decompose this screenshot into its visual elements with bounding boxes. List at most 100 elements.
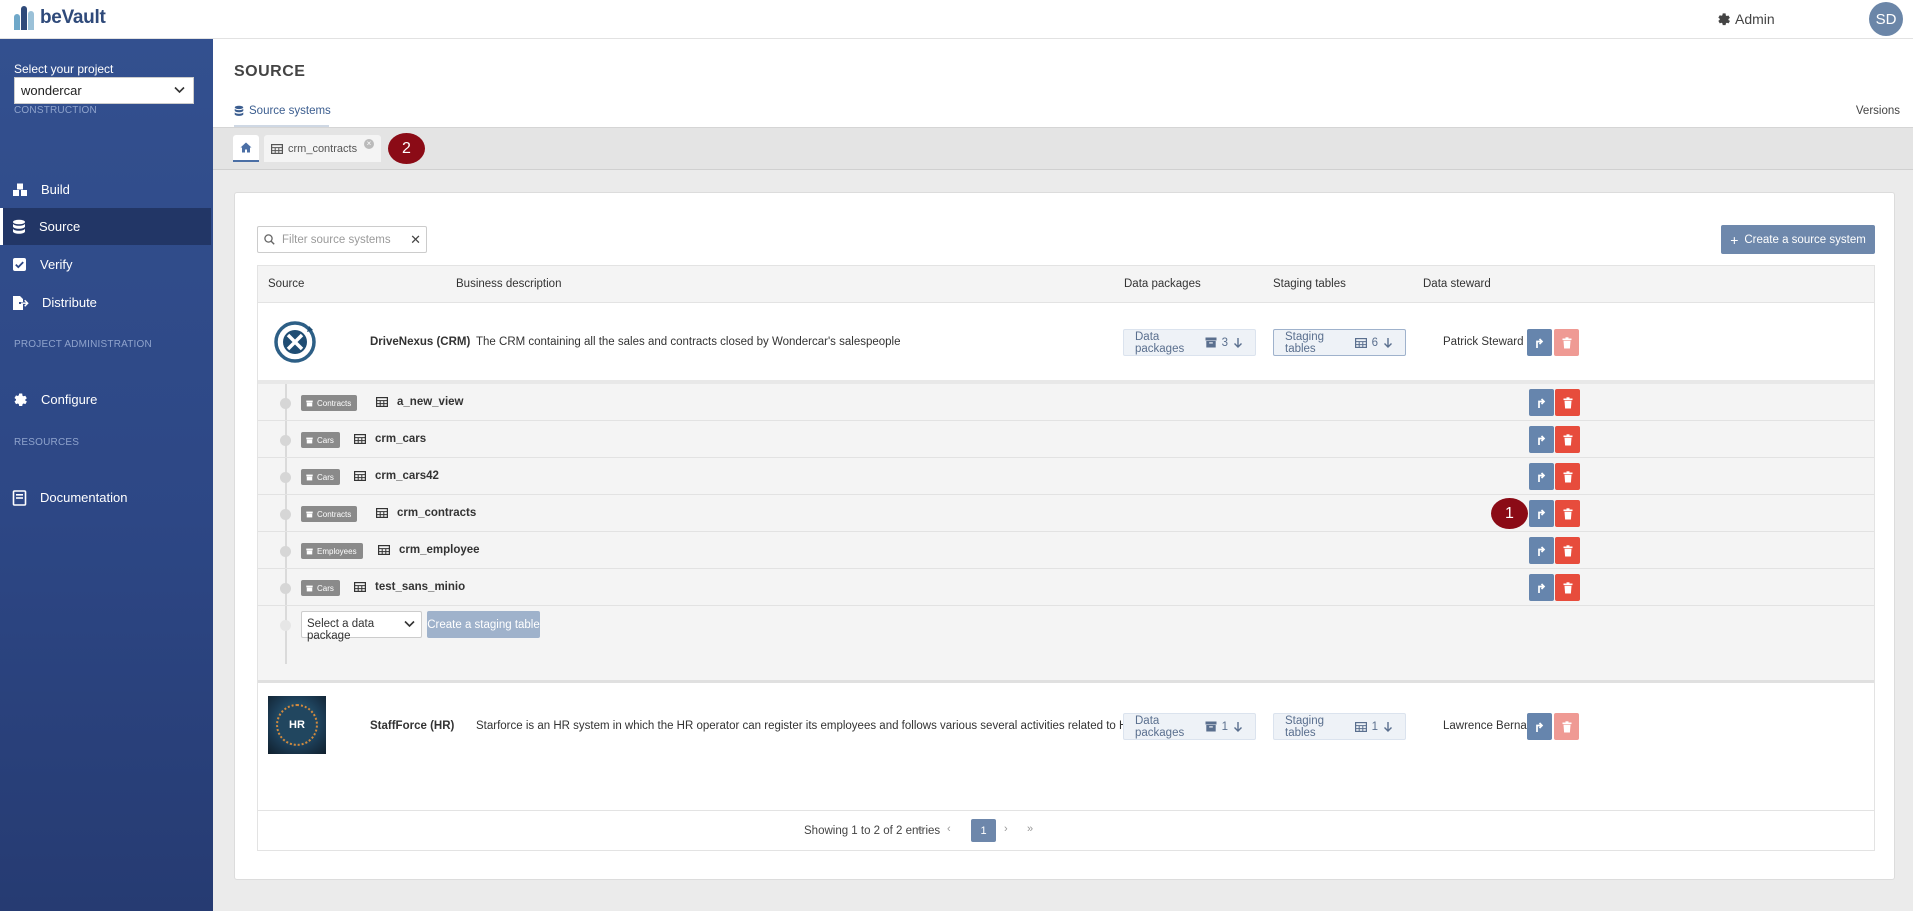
- last-page-button[interactable]: »: [1027, 823, 1033, 835]
- home-icon: [240, 142, 252, 153]
- column-header[interactable]: Data packages: [1124, 278, 1201, 290]
- arrow-down-icon: [1234, 722, 1242, 732]
- package-badge: Employees: [301, 543, 363, 559]
- tree-dot-icon: [280, 398, 291, 409]
- section-resources: RESOURCES: [14, 437, 80, 448]
- data-packages-toggle[interactable]: Data packages 1: [1123, 713, 1256, 740]
- tree-dot-icon: [280, 472, 291, 483]
- next-page-button[interactable]: ›: [1004, 823, 1008, 835]
- data-packages-toggle[interactable]: Data packages 3: [1123, 329, 1256, 356]
- staging-table-name[interactable]: crm_cars: [354, 433, 426, 445]
- list-item[interactable]: Employees crm_employee: [258, 532, 1874, 569]
- delete-table-button[interactable]: [1555, 463, 1580, 490]
- clear-filter-icon[interactable]: ✕: [410, 232, 421, 248]
- create-staging-table-button[interactable]: Create a staging table: [427, 611, 540, 638]
- delete-table-button[interactable]: [1555, 426, 1580, 453]
- filter-input[interactable]: Filter source systems ✕: [257, 226, 427, 253]
- level-up-icon: [1537, 582, 1545, 593]
- archive-icon: [306, 437, 313, 443]
- delete-table-button[interactable]: [1555, 500, 1580, 527]
- list-item[interactable]: Cars test_sans_minio: [258, 569, 1874, 606]
- section-project-administration: PROJECT ADMINISTRATION: [14, 339, 152, 350]
- archive-icon: [306, 511, 313, 517]
- open-source-button[interactable]: [1527, 713, 1552, 740]
- level-up-icon: [1535, 337, 1543, 348]
- source-name[interactable]: StaffForce (HR): [370, 720, 454, 732]
- sidebar-item-distribute[interactable]: Distribute: [0, 284, 213, 321]
- pill-label: Staging tables: [1285, 330, 1325, 355]
- package-badge: Contracts: [301, 395, 358, 411]
- staging-tables-list: Contracts a_new_view Cars crm_cars Cars …: [258, 380, 1874, 683]
- table-icon: [376, 397, 388, 407]
- open-table-button[interactable]: [1529, 500, 1554, 527]
- prev-page-button[interactable]: ‹: [947, 823, 951, 835]
- level-up-icon: [1537, 434, 1545, 445]
- table-row[interactable]: HR StaffForce (HR) Starforce is an HR sy…: [258, 683, 1874, 772]
- list-item[interactable]: Cars crm_cars42: [258, 458, 1874, 495]
- source-name[interactable]: DriveNexus (CRM): [370, 336, 470, 348]
- column-header[interactable]: Staging tables: [1273, 278, 1346, 290]
- cubes-icon: [13, 183, 27, 196]
- staging-tables-toggle[interactable]: Staging tables 1: [1273, 713, 1406, 740]
- tab-crm-contracts[interactable]: crm_contracts ×: [264, 135, 381, 162]
- open-source-button[interactable]: [1527, 329, 1552, 356]
- data-package-select[interactable]: Select a data package: [301, 611, 422, 642]
- delete-table-button[interactable]: [1555, 537, 1580, 564]
- open-table-button[interactable]: [1529, 426, 1554, 453]
- delete-table-button[interactable]: [1555, 389, 1580, 416]
- close-tab-icon[interactable]: ×: [364, 139, 374, 149]
- first-page-button[interactable]: «: [917, 823, 923, 835]
- delete-table-button[interactable]: [1555, 574, 1580, 601]
- trash-icon: [1563, 544, 1572, 556]
- user-avatar[interactable]: SD: [1869, 2, 1903, 36]
- open-table-button[interactable]: [1529, 389, 1554, 416]
- project-select-label: Select your project: [14, 62, 114, 76]
- staging-table-name[interactable]: test_sans_minio: [354, 581, 465, 593]
- open-table-button[interactable]: [1529, 463, 1554, 490]
- sidebar-item-documentation[interactable]: Documentation: [0, 479, 213, 516]
- tab-versions[interactable]: Versions: [1856, 105, 1900, 117]
- column-header[interactable]: Source: [268, 278, 304, 290]
- tab-source-systems[interactable]: Source systems: [234, 105, 331, 117]
- check-square-icon: [13, 258, 26, 271]
- create-source-system-button[interactable]: + Create a source system: [1721, 225, 1875, 254]
- sidebar-item-source[interactable]: Source: [0, 208, 211, 245]
- admin-link[interactable]: Admin: [1716, 11, 1775, 27]
- search-icon: [264, 234, 275, 245]
- open-table-button[interactable]: [1529, 537, 1554, 564]
- plus-icon: +: [1730, 231, 1739, 248]
- sidebar-item-verify[interactable]: Verify: [0, 246, 213, 283]
- data-steward: Patrick Steward: [1443, 336, 1524, 348]
- staging-table-name[interactable]: crm_cars42: [354, 470, 439, 482]
- sidebar-item-configure[interactable]: Configure: [0, 381, 213, 418]
- project-select[interactable]: wondercar: [14, 77, 194, 104]
- list-item[interactable]: Contracts a_new_view: [258, 384, 1874, 421]
- book-icon: [12, 489, 27, 506]
- source-logo: [274, 321, 316, 363]
- table-row[interactable]: DriveNexus (CRM) The CRM containing all …: [258, 303, 1874, 380]
- add-staging-table-row: Select a data package Create a staging t…: [258, 606, 1874, 643]
- delete-source-button[interactable]: [1554, 713, 1579, 740]
- home-tab[interactable]: [233, 135, 259, 162]
- trash-icon: [1563, 396, 1572, 408]
- staging-table-name[interactable]: a_new_view: [376, 396, 463, 408]
- staging-table-name[interactable]: crm_employee: [378, 544, 480, 556]
- brand-logo[interactable]: beVault: [14, 6, 106, 30]
- page-1-button[interactable]: 1: [971, 819, 996, 842]
- source-systems-card: Filter source systems ✕ + Create a sourc…: [234, 192, 1895, 880]
- delete-source-button[interactable]: [1554, 329, 1579, 356]
- select-placeholder: Select a data package: [307, 618, 375, 642]
- column-header[interactable]: Data steward: [1423, 278, 1491, 290]
- button-label: Create a source system: [1744, 233, 1866, 246]
- column-header[interactable]: Business description: [456, 278, 561, 290]
- list-item[interactable]: Cars crm_cars: [258, 421, 1874, 458]
- staging-tables-toggle[interactable]: Staging tables 6: [1273, 329, 1406, 356]
- trash-icon: [1563, 581, 1572, 593]
- arrow-down-icon: [1384, 722, 1392, 732]
- staging-table-name[interactable]: crm_contracts: [376, 507, 476, 519]
- gear-icon: [14, 393, 27, 406]
- filter-placeholder: Filter source systems: [282, 233, 391, 246]
- sidebar-item-build[interactable]: Build: [0, 171, 213, 208]
- list-item[interactable]: Contracts crm_contracts 1: [258, 495, 1874, 532]
- open-table-button[interactable]: [1529, 574, 1554, 601]
